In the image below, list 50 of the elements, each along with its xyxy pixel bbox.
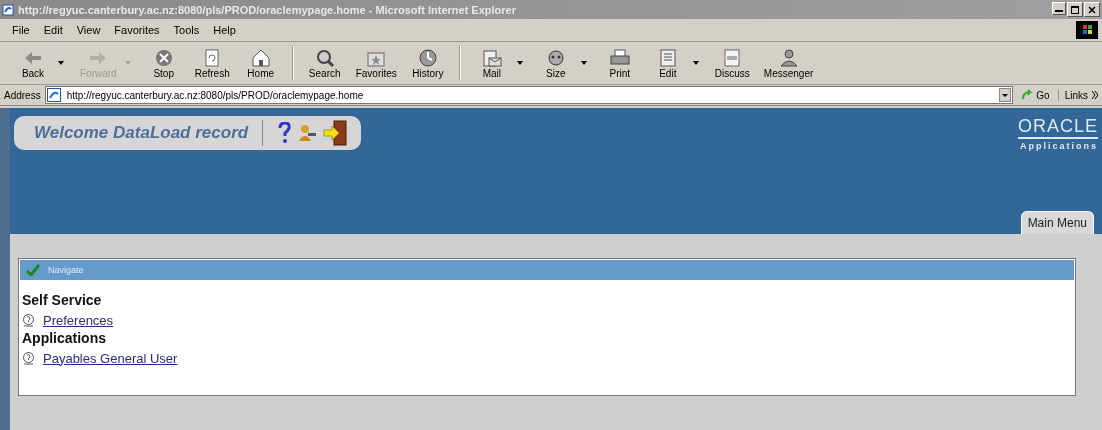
house-icon [249,47,272,68]
go-button[interactable]: Go [1017,89,1054,101]
toolbar-button[interactable]: Favorites [349,47,403,79]
maximize-button[interactable] [1067,2,1083,17]
address-field[interactable]: http://regyuc.canterbury.ac.nz:8080/pls/PROD/oraclemypage.home [44,86,1014,104]
windows-logo-icon [1076,21,1098,39]
page-icon [46,88,61,102]
exit-door-icon [323,120,348,146]
menu-item[interactable]: View [76,24,101,36]
checkmark-icon [26,264,40,276]
toolbar-button[interactable]: History [404,47,451,79]
toolbar-button[interactable]: Search [301,47,348,79]
toolbar-button[interactable]: Refresh [188,47,236,79]
toolbar-button[interactable]: Print [596,47,643,79]
arrow-icon [1021,89,1034,101]
menu-item[interactable]: Help [213,24,236,36]
help-icon [277,122,292,144]
section-heading: Applications [22,330,107,346]
toolbar-button[interactable]: Size [532,47,579,79]
toolbar-button[interactable]: Discuss [708,47,756,79]
menu-item[interactable]: Favorites [114,24,160,36]
toolbar-button[interactable]: Home [237,47,284,79]
navigator-title: Navigate [48,265,84,275]
toolbar-button[interactable]: Mail [468,47,515,79]
welcome-text: Welcome DataLoad record [34,123,249,143]
maximize-icon [1071,5,1079,14]
section-heading: Self Service [22,292,103,308]
minimize-icon [1055,10,1063,12]
browser-icon [2,3,14,16]
menu-item[interactable]: Tools [173,24,200,36]
oracle-logo: ORACLE [1017,116,1098,139]
close-icon [1088,5,1096,14]
menu-link[interactable]: Preferences [43,312,114,328]
links-button[interactable]: Links [1057,89,1088,101]
logo-subtitle: Applications [1020,141,1098,151]
menu-item[interactable]: Edit [43,24,63,36]
envelope-icon [480,47,503,68]
address-label: Address [4,89,41,101]
toolbar-button[interactable]: Stop [140,47,187,79]
window-title: http://regyuc.canterbury.ac.nz:8080/pls/PROD/oraclemypage.home - Microsoft Internet Explorer [18,3,517,16]
menu-item[interactable]: File [12,24,30,36]
menu-link[interactable]: Payables General User [43,350,178,366]
minimize-button[interactable] [1052,2,1066,15]
toolbar-button[interactable]: Messenger [757,47,820,79]
tab[interactable]: Main Menu [1020,211,1094,234]
chevron-icon [1092,91,1098,99]
printer-icon [608,47,631,68]
close-button[interactable] [1084,2,1100,17]
toolbar-button[interactable]: Back [10,47,56,79]
toolbar-button[interactable]: Edit [644,47,691,79]
